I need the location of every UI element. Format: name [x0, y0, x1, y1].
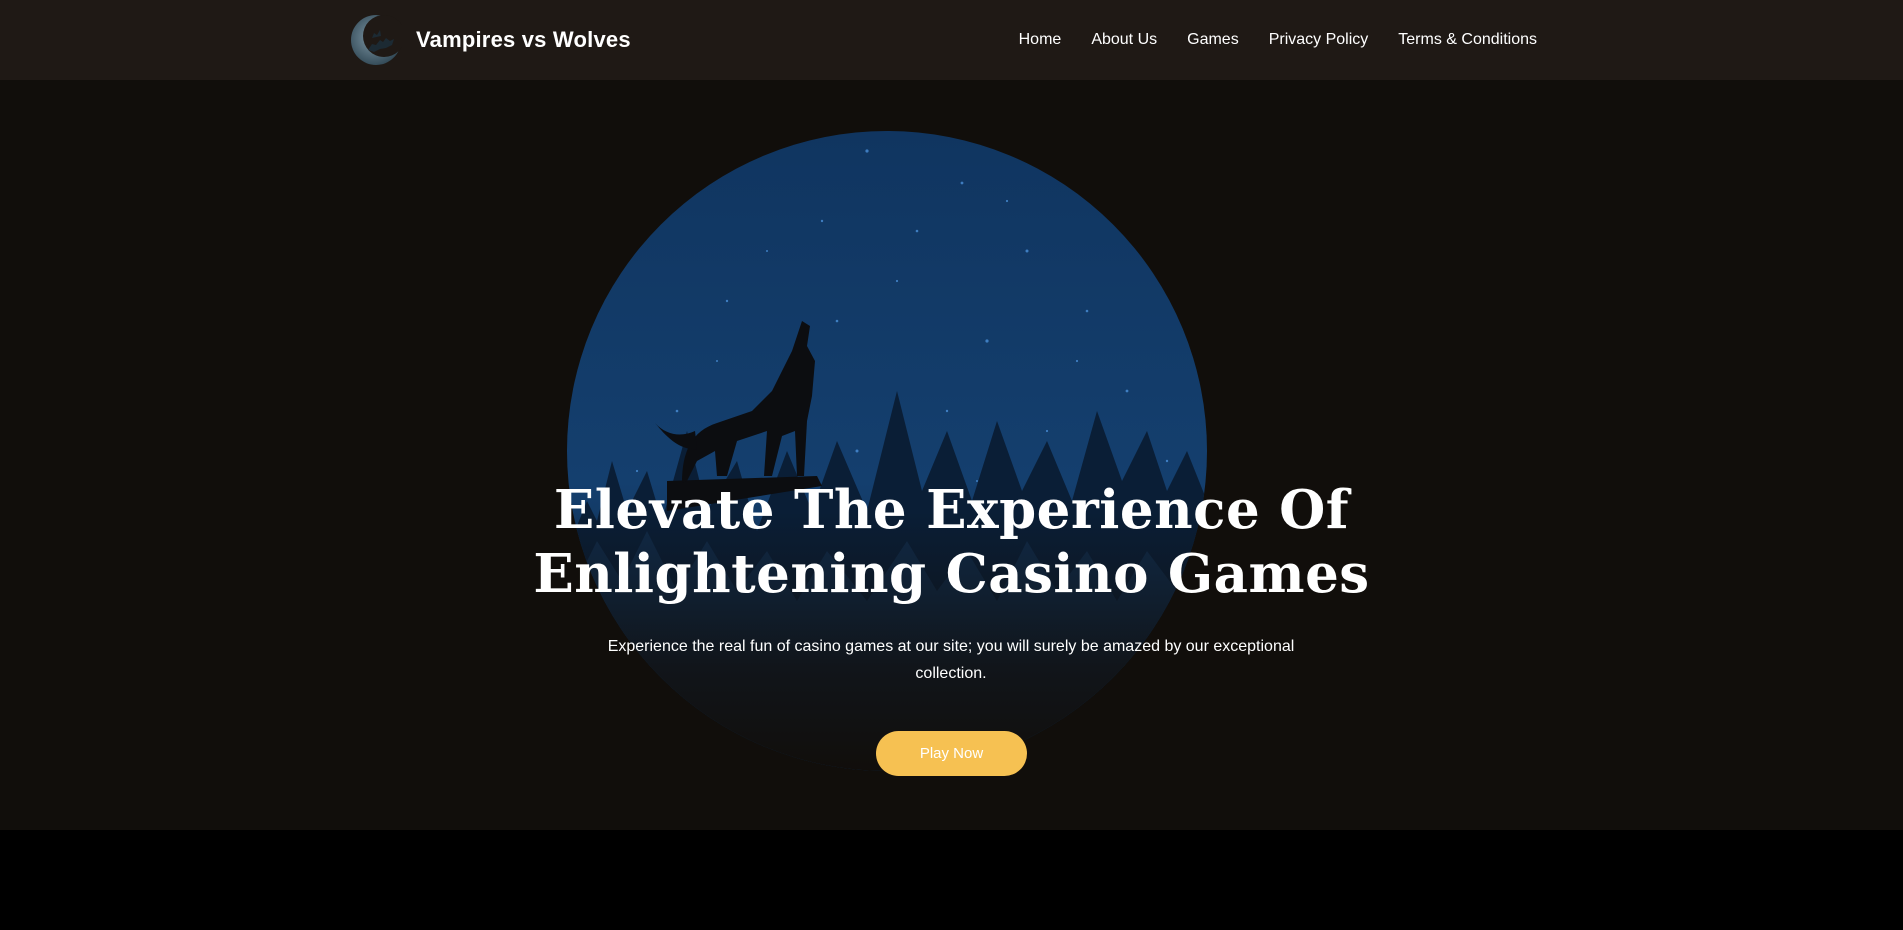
brand-name[interactable]: Vampires vs Wolves	[416, 27, 631, 53]
hero-title-line2: Enlightening Casino Games	[533, 543, 1370, 605]
nav-games[interactable]: Games	[1187, 31, 1239, 49]
nav-home[interactable]: Home	[1019, 31, 1062, 49]
footer-band	[0, 830, 1903, 930]
nav-privacy-policy[interactable]: Privacy Policy	[1269, 31, 1369, 49]
hero-section: Elevate The Experience Of Enlightening C…	[0, 80, 1903, 830]
hero-title-line1: Elevate The Experience Of	[553, 479, 1350, 541]
site-header: Vampires vs Wolves Home About Us Games P…	[0, 0, 1903, 80]
play-now-button[interactable]: Play Now	[876, 731, 1027, 776]
crescent-moon-wolves-logo-icon[interactable]	[350, 14, 402, 66]
hero-title: Elevate The Experience Of Enlightening C…	[0, 478, 1903, 606]
main-nav: Home About Us Games Privacy Policy Terms…	[989, 0, 1537, 80]
nav-terms-conditions[interactable]: Terms & Conditions	[1398, 31, 1537, 49]
nav-about-us[interactable]: About Us	[1091, 31, 1157, 49]
brand[interactable]: Vampires vs Wolves	[350, 14, 631, 66]
hero-subtitle: Experience the real fun of casino games …	[607, 638, 1295, 682]
